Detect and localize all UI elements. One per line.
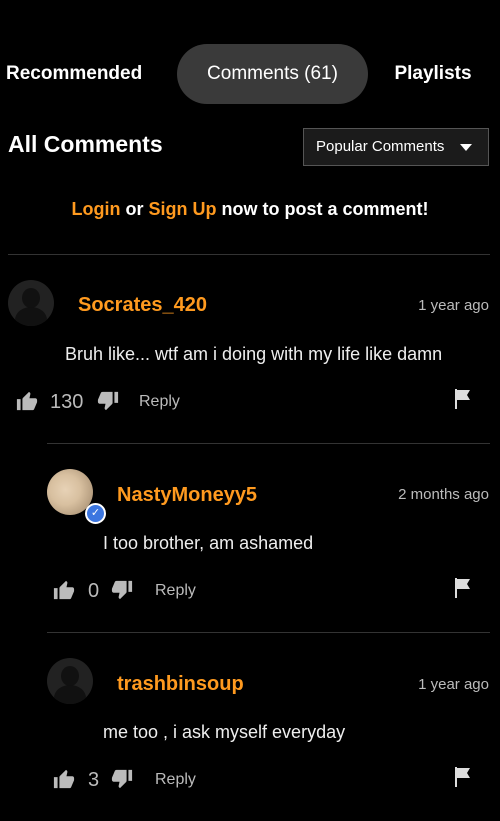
thumbs-down-icon[interactable] <box>97 390 119 412</box>
flag-icon[interactable] <box>454 389 472 409</box>
divider <box>47 632 490 633</box>
login-link[interactable]: Login <box>71 199 120 219</box>
like-count: 3 <box>88 769 100 791</box>
reply-button[interactable]: Reply <box>139 391 180 413</box>
comment-actions: 3 Reply <box>53 767 490 793</box>
comment-actions: 0 Reply <box>53 578 490 604</box>
verified-badge-icon: ✓ <box>85 503 106 524</box>
divider <box>8 254 490 255</box>
thumbs-up-icon[interactable] <box>53 768 75 790</box>
login-prompt-text: now to post a comment! <box>221 199 429 219</box>
tab-comments[interactable]: Comments (61) <box>177 44 368 104</box>
thumbs-up-icon[interactable] <box>53 579 75 601</box>
section-title: All Comments <box>8 131 163 157</box>
tab-bar: Recommended Comments (61) Playlists <box>0 44 500 104</box>
flag-icon[interactable] <box>454 767 472 787</box>
reply-button[interactable]: Reply <box>155 769 196 791</box>
login-prompt-or: or <box>125 199 144 219</box>
login-prompt: Login or Sign Up now to post a comment! <box>0 199 500 220</box>
flag-icon[interactable] <box>454 578 472 598</box>
avatar[interactable] <box>8 280 54 326</box>
comment-username[interactable]: trashbinsoup <box>117 673 244 696</box>
divider <box>47 443 490 444</box>
tab-playlists[interactable]: Playlists <box>380 44 486 104</box>
comment-time: 2 months ago <box>398 486 489 503</box>
comment-time: 1 year ago <box>418 676 489 693</box>
comment-text: me too , i ask myself everyday <box>103 722 346 742</box>
avatar[interactable] <box>47 658 93 704</box>
signup-link[interactable]: Sign Up <box>149 199 217 219</box>
comment-username[interactable]: NastyMoneyy5 <box>117 484 257 507</box>
like-count: 130 <box>50 391 84 413</box>
tab-recommended[interactable]: Recommended <box>0 44 160 104</box>
reply-button[interactable]: Reply <box>155 580 196 602</box>
like-count: 0 <box>88 580 100 602</box>
chevron-down-icon <box>460 144 472 151</box>
comment-time: 1 year ago <box>418 297 489 314</box>
sort-dropdown[interactable]: Popular Comments <box>303 128 489 166</box>
thumbs-down-icon[interactable] <box>111 768 133 790</box>
sort-selected-label: Popular Comments <box>316 138 445 155</box>
comment-username[interactable]: Socrates_420 <box>78 294 207 317</box>
comment-text: I too brother, am ashamed <box>103 533 314 553</box>
thumbs-up-icon[interactable] <box>16 390 38 412</box>
thumbs-down-icon[interactable] <box>111 579 133 601</box>
comment-text: Bruh like... wtf am i doing with my life… <box>65 344 443 364</box>
comment-actions: 130 Reply <box>16 389 490 415</box>
